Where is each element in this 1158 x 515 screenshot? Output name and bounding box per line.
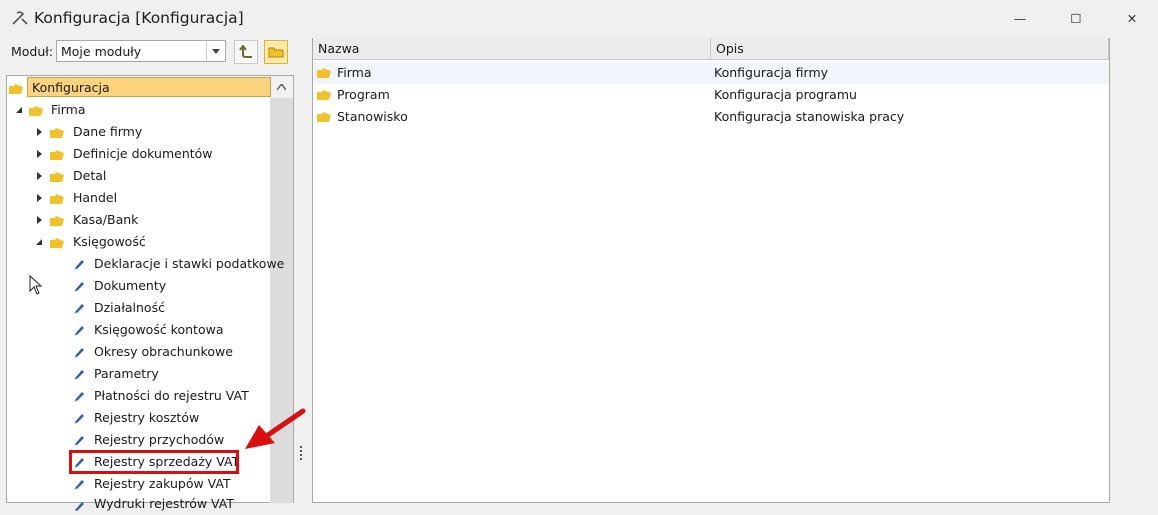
tree-leaf-okresy[interactable]: Okresy obrachunkowe [94, 344, 233, 359]
list-cell-name: Stanowisko [337, 109, 408, 124]
tree-node-handel[interactable]: Handel [73, 190, 117, 205]
list-row[interactable]: Firma Konfiguracja firmy [313, 62, 1109, 84]
document-icon [73, 412, 85, 427]
tree-leaf-parametry[interactable]: Parametry [94, 366, 159, 381]
tree-node-kasa-bank[interactable]: Kasa/Bank [73, 212, 138, 227]
chevron-down-icon[interactable] [206, 41, 225, 61]
module-label: Moduł: [11, 44, 54, 59]
list-cell-name: Program [337, 87, 390, 102]
back-arrow-icon [239, 45, 252, 58]
highlight-box [69, 450, 239, 474]
tree-leaf-platnosci[interactable]: Płatności do rejestru VAT [94, 388, 249, 403]
list-cell-desc: Konfiguracja programu [714, 87, 857, 102]
document-icon [73, 302, 85, 317]
tree-node-label: Konfiguracja [32, 79, 110, 95]
tree-leaf-rejestry-przychodow[interactable]: Rejestry przychodów [94, 432, 224, 447]
folder-view-button[interactable] [264, 40, 288, 64]
tree-leaf-rejestry-zakupow-vat[interactable]: Rejestry zakupów VAT [94, 476, 231, 491]
maximize-icon: ☐ [1070, 10, 1082, 26]
tree-leaf-wydruki[interactable]: Wydruki rejestrów VAT [94, 496, 234, 511]
document-icon [73, 434, 85, 449]
expand-arrow-icon[interactable] [34, 149, 44, 159]
document-icon [73, 280, 85, 295]
tree-leaf-dokumenty[interactable]: Dokumenty [94, 278, 166, 293]
folder-icon [268, 47, 284, 58]
tree-node-definicje-dokumentow[interactable]: Definicje dokumentów [73, 146, 213, 161]
back-button[interactable] [234, 40, 258, 64]
document-icon [73, 500, 85, 515]
tree-leaf-ksiegowosc-kontowa[interactable]: Księgowość kontowa [94, 322, 223, 337]
expand-arrow-icon[interactable] [34, 127, 44, 137]
window-title: Konfiguracja [Konfiguracja] [34, 9, 244, 27]
chevron-up-icon [277, 84, 286, 90]
tree-node-dane-firmy[interactable]: Dane firmy [73, 124, 142, 139]
tools-icon [11, 10, 29, 29]
document-icon [73, 346, 85, 361]
tree-leaf-deklaracje[interactable]: Deklaracje i stawki podatkowe [94, 256, 284, 271]
folder-icon [50, 126, 64, 141]
folder-icon [50, 236, 64, 251]
red-arrow-icon [243, 407, 307, 454]
expand-arrow-icon[interactable] [34, 193, 44, 203]
tree-root-konfiguracja[interactable]: Konfiguracja [27, 77, 271, 97]
minimize-icon: — [1013, 10, 1027, 26]
list-cell-desc: Konfiguracja stanowiska pracy [714, 109, 905, 124]
expand-arrow-icon[interactable] [34, 171, 44, 181]
document-icon [73, 258, 85, 273]
column-header-nazwa[interactable]: Nazwa [313, 38, 711, 60]
scroll-up-button[interactable] [270, 76, 293, 98]
document-icon [73, 324, 85, 339]
folder-icon [50, 192, 64, 207]
folder-icon [50, 214, 64, 229]
minimize-button[interactable]: — [998, 4, 1042, 32]
folder-icon [50, 170, 64, 185]
folder-icon [317, 110, 331, 125]
module-select-value: Moje moduły [61, 44, 142, 59]
folder-icon [50, 148, 64, 163]
expand-arrow-icon[interactable] [34, 215, 44, 225]
list-cell-name: Firma [337, 65, 372, 80]
folder-icon [9, 82, 23, 97]
tree-node-detal[interactable]: Detal [73, 168, 106, 183]
folder-icon [317, 88, 331, 103]
document-icon [73, 478, 85, 493]
folder-icon [317, 66, 331, 81]
module-select[interactable]: Moje moduły [56, 40, 226, 62]
collapse-arrow-icon[interactable] [14, 105, 24, 115]
document-icon [73, 368, 85, 383]
maximize-button[interactable]: ☐ [1054, 4, 1098, 32]
tree-node-firma[interactable]: Firma [51, 102, 86, 117]
collapse-arrow-icon[interactable] [34, 237, 44, 247]
list-cell-desc: Konfiguracja firmy [714, 65, 829, 80]
tree-leaf-dzialalnosc[interactable]: Działalność [94, 300, 165, 315]
list-row[interactable]: Program Konfiguracja programu [313, 84, 1109, 106]
folder-icon [29, 104, 43, 119]
document-icon [73, 390, 85, 405]
tree-leaf-rejestry-kosztow[interactable]: Rejestry kosztów [94, 410, 199, 425]
list-row[interactable]: Stanowisko Konfiguracja stanowiska pracy [313, 106, 1109, 128]
mouse-cursor-icon [29, 274, 43, 298]
column-header-opis[interactable]: Opis [711, 38, 1109, 60]
tree-node-ksiegowosc[interactable]: Księgowość [73, 234, 146, 249]
close-button[interactable]: ✕ [1110, 4, 1154, 32]
close-icon: ✕ [1126, 10, 1138, 26]
